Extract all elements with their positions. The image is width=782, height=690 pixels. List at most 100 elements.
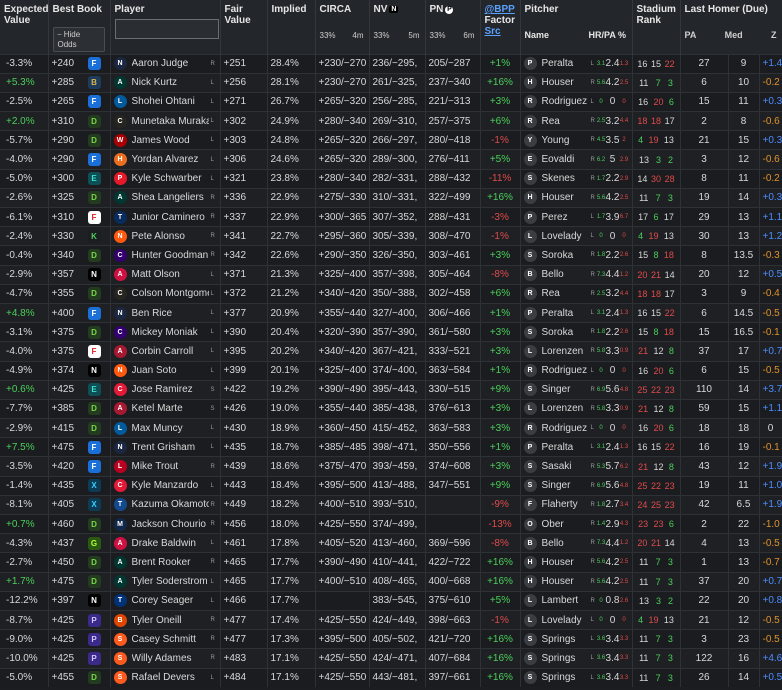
pitcher-name[interactable]: Flaherty: [542, 499, 589, 510]
player-cell[interactable]: A Ketel Marte S: [110, 398, 221, 419]
table-row[interactable]: -2.9% +415 D L Max Muncy L +430 18.9% +360/−450 4…: [0, 418, 782, 438]
player-cell[interactable]: W James Wood L: [110, 130, 221, 150]
player-cell[interactable]: C Mickey Moniak L: [110, 322, 221, 342]
best-book[interactable]: +425 P: [52, 651, 107, 665]
pitcher[interactable]: H Houser R 5.6 4.2 2.5: [523, 76, 629, 90]
player-name[interactable]: Pete Alonso: [132, 231, 209, 242]
pitcher-cell[interactable]: S Springs L 3.6 3.4 3.3: [520, 629, 633, 649]
col-implied[interactable]: Implied: [267, 0, 316, 54]
pitcher[interactable]: H Houser R 5.6 4.2 2.5: [523, 575, 629, 589]
pitcher-name[interactable]: Bello: [542, 269, 589, 280]
best-book[interactable]: +405 X: [52, 498, 107, 512]
best-book[interactable]: +357 N: [52, 268, 107, 282]
player-cell[interactable]: N Ben Rice L: [110, 302, 221, 323]
player-name[interactable]: Tyler Soderstrom: [132, 576, 209, 587]
pitcher-name[interactable]: Singer: [542, 480, 589, 491]
pitcher-name[interactable]: Eovaldi: [542, 154, 589, 165]
best-book-cell[interactable]: +285 B: [48, 72, 111, 93]
pitcher-name[interactable]: Houser: [542, 576, 589, 587]
player-name[interactable]: Hunter Goodman: [132, 250, 209, 261]
pitcher-cell[interactable]: S Soroka R 1.8 2.2 2.6: [520, 245, 633, 266]
player[interactable]: C Jose Ramirez S: [113, 383, 217, 397]
best-book[interactable]: +330 K: [52, 229, 107, 243]
pitcher-name[interactable]: Young: [542, 135, 589, 146]
table-row[interactable]: -5.0% +455 D S Rafael Devers L +484 17.1% +425/−…: [0, 667, 782, 688]
col-nv[interactable]: NV N 33% 5m: [369, 0, 426, 54]
player-name[interactable]: Colson Montgome...: [132, 288, 209, 299]
player-cell[interactable]: L Max Muncy L: [110, 418, 221, 438]
pitcher[interactable]: H Houser R 5.6 4.2 2.5: [523, 555, 629, 569]
player-cell[interactable]: C Hunter Goodman R: [110, 245, 221, 266]
best-book-odds[interactable]: +355: [52, 288, 75, 299]
best-book[interactable]: +290 F: [52, 153, 107, 167]
player[interactable]: T Kazuma Okamoto R: [113, 498, 217, 512]
pitcher-name[interactable]: Springs: [542, 634, 589, 645]
pitcher[interactable]: L Lorenzen R 5.8 3.3 0.9: [523, 402, 629, 416]
best-book[interactable]: +375 D: [52, 325, 107, 339]
best-book-odds[interactable]: +240: [52, 58, 75, 69]
player-name[interactable]: Tyler Oneill: [132, 615, 209, 626]
pitcher-name[interactable]: Springs: [542, 672, 589, 683]
table-row[interactable]: -4.3% +437 G A Drake Baldwin L +461 17.8% +405/−…: [0, 533, 782, 553]
best-book-cell[interactable]: +330 K: [48, 226, 111, 246]
pitcher[interactable]: F Flaherty R 1.8 2.7 3.4: [523, 498, 629, 512]
best-book-odds[interactable]: +325: [52, 192, 75, 203]
best-book-odds[interactable]: +290: [52, 154, 75, 165]
pitcher-cell[interactable]: H Houser R 5.6 4.2 2.5: [520, 571, 633, 592]
pitcher[interactable]: S Sasaki R 5.3 5.7 6.2: [523, 460, 629, 474]
best-book-odds[interactable]: +385: [52, 403, 75, 414]
pitcher-cell[interactable]: S Springs L 3.6 3.4 3.3: [520, 648, 633, 668]
pitcher[interactable]: B Bello R 7.3 4.4 1.2: [523, 268, 629, 282]
pitcher-cell[interactable]: P Peralta L 3.1 2.4 1.3: [520, 53, 633, 74]
best-book[interactable]: +420 F: [52, 460, 107, 474]
player[interactable]: A Shea Langeliers R: [113, 191, 217, 205]
pitcher-name[interactable]: Perez: [542, 212, 589, 223]
player[interactable]: C Colson Montgome...L: [113, 287, 217, 301]
pitcher[interactable]: Y Young R 4.5 3.5 2: [523, 133, 629, 147]
best-book-odds[interactable]: +357: [52, 269, 75, 280]
best-book-cell[interactable]: +325 D: [48, 187, 111, 208]
player-cell[interactable]: A Matt Olson L: [110, 264, 221, 285]
pitcher-cell[interactable]: O Ober R 1.4 2.9 4.3: [520, 513, 633, 534]
table-row[interactable]: +7.5% +475 F N Trent Grisham L +435 18.7% +385/−…: [0, 437, 782, 457]
best-book-odds[interactable]: +290: [52, 135, 75, 146]
player-name[interactable]: Casey Schmitt: [132, 634, 209, 645]
best-book[interactable]: +240 F: [52, 57, 107, 71]
best-book-odds[interactable]: +405: [52, 499, 75, 510]
pitcher[interactable]: S Springs L 3.6 3.4 3.3: [523, 632, 629, 646]
best-book-cell[interactable]: +475 F: [48, 437, 111, 457]
best-book-cell[interactable]: +375 F: [48, 341, 111, 361]
best-book[interactable]: +425 P: [52, 632, 107, 646]
player-cell[interactable]: S Rafael Devers L: [110, 667, 221, 688]
player-name[interactable]: Corbin Carroll: [132, 346, 209, 357]
pitcher-name[interactable]: Skenes: [542, 173, 589, 184]
best-book[interactable]: +285 B: [52, 76, 107, 90]
player-name[interactable]: Yordan Alvarez: [132, 154, 209, 165]
player-cell[interactable]: L Shohei Ohtani L: [110, 91, 221, 112]
pitcher-cell[interactable]: L Lorenzen R 5.8 3.3 0.9: [520, 341, 633, 361]
pitcher-cell[interactable]: R Rodriguez L 0 0 0: [520, 360, 633, 381]
pitcher[interactable]: L Lambert R 0 0.8 2.6: [523, 594, 629, 608]
best-book-odds[interactable]: +310: [52, 116, 75, 127]
pitcher[interactable]: S Singer R 6.9 5.6 4.8: [523, 479, 629, 493]
pitcher[interactable]: S Singer R 6.9 5.6 4.8: [523, 383, 629, 397]
bpp-link[interactable]: @BPP: [485, 4, 515, 15]
best-book-cell[interactable]: +340 D: [48, 245, 111, 266]
pitcher-name[interactable]: Lorenzen: [542, 346, 589, 357]
best-book[interactable]: +300 E: [52, 172, 107, 186]
best-book[interactable]: +475 D: [52, 575, 107, 589]
player[interactable]: T Corey Seager L: [113, 594, 217, 608]
best-book-cell[interactable]: +475 D: [48, 571, 111, 592]
player-name[interactable]: Jackson Chourio: [132, 519, 209, 530]
pitcher-name[interactable]: Rea: [542, 288, 589, 299]
player[interactable]: A Brent Rooker R: [113, 555, 217, 569]
col-last-homer[interactable]: Last Homer (Due) PA Med Z: [680, 0, 782, 54]
table-row[interactable]: -2.7% +450 D A Brent Rooker R +465 17.7% +390/−4…: [0, 552, 782, 573]
player[interactable]: N Pete Alonso R: [113, 229, 217, 243]
table-row[interactable]: -4.9% +374 N N Juan Soto L +399 20.1% +325/−400 3…: [0, 360, 782, 381]
best-book-odds[interactable]: +425: [52, 634, 75, 645]
best-book[interactable]: +400 F: [52, 306, 107, 320]
player[interactable]: L Max Muncy L: [113, 421, 217, 435]
player[interactable]: A Corbin Carroll L: [113, 344, 217, 358]
pitcher-name[interactable]: Rea: [542, 116, 589, 127]
